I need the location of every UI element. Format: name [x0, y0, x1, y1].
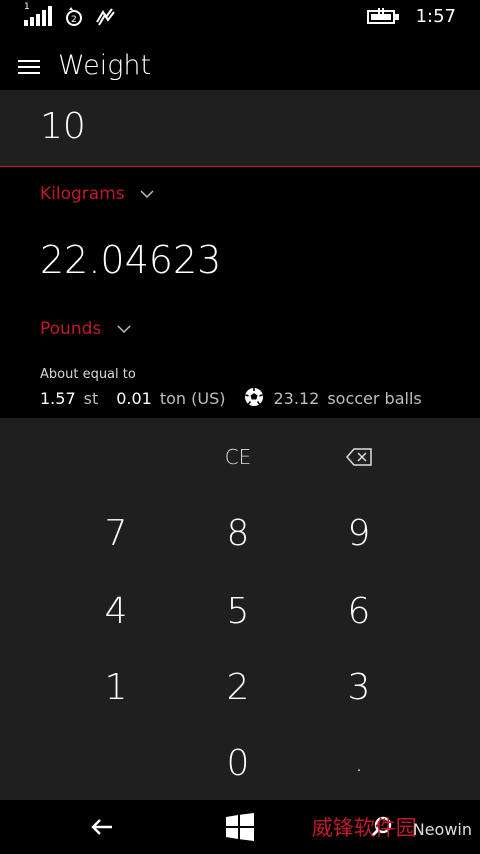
- page-title: Weight: [58, 50, 152, 81]
- watermark: 威锋软件园Neowin: [312, 812, 472, 842]
- app-header: Weight: [0, 44, 480, 90]
- backspace-button[interactable]: [299, 422, 419, 492]
- signal-strength-icon: [24, 6, 52, 26]
- vibrate-icon: [96, 8, 115, 26]
- key-3[interactable]: 3: [299, 652, 419, 722]
- equivalent-value: 23.12: [273, 389, 320, 408]
- key-4[interactable]: 4: [56, 576, 176, 646]
- equivalent-value: 1.57: [40, 389, 76, 408]
- to-unit-label: Pounds: [40, 319, 102, 339]
- key-0[interactable]: 0: [178, 728, 298, 798]
- backspace-icon: [346, 448, 372, 466]
- battery-charging-icon: [367, 8, 399, 24]
- watermark-cn: 威锋软件园: [311, 816, 417, 840]
- clock: 1:57: [415, 6, 456, 27]
- from-unit-dropdown[interactable]: Kilograms: [40, 184, 154, 204]
- keypad: CE 7 8 9 4 5 6 1 2 3 0 .: [0, 418, 480, 800]
- equivalent-unit: st: [83, 389, 99, 408]
- key-9[interactable]: 9: [299, 498, 419, 568]
- watermark-en: Neowin: [412, 820, 472, 839]
- key-8[interactable]: 8: [178, 498, 298, 568]
- key-5[interactable]: 5: [178, 576, 298, 646]
- chevron-down-icon: [117, 325, 131, 334]
- chevron-down-icon: [140, 190, 154, 199]
- hamburger-menu-icon[interactable]: [18, 60, 40, 76]
- from-unit-label: Kilograms: [40, 184, 125, 204]
- key-decimal[interactable]: .: [299, 728, 419, 798]
- back-arrow-icon: [91, 819, 112, 835]
- output-value: 22.04623: [40, 238, 222, 282]
- key-7[interactable]: 7: [56, 498, 176, 568]
- to-unit-dropdown[interactable]: Pounds: [40, 319, 131, 339]
- system-nav-bar: 威锋软件园Neowin: [0, 800, 480, 854]
- equivalent-unit: ton (US): [159, 389, 226, 408]
- key-1[interactable]: 1: [56, 652, 176, 722]
- status-bar: 1 2 1:57: [0, 0, 480, 36]
- clear-entry-button[interactable]: CE: [178, 422, 298, 492]
- windows-logo-icon: [226, 813, 254, 841]
- soccer-ball-icon: [244, 388, 263, 406]
- key-2[interactable]: 2: [178, 652, 298, 722]
- weight-converter-screen: 1 2 1:57 Weight 10 Kilograms 22.04623 Po…: [0, 0, 480, 854]
- equivalent-value: 0.01: [116, 389, 152, 408]
- back-button[interactable]: [82, 810, 122, 844]
- about-equal-label: About equal to: [40, 367, 136, 382]
- input-value: 10: [40, 106, 86, 147]
- key-6[interactable]: 6: [299, 576, 419, 646]
- equivalents-row: 1.57 st 0.01 ton (US) 23.12 soccer balls: [40, 387, 422, 408]
- svg-text:2: 2: [71, 15, 77, 25]
- input-value-field[interactable]: 10: [0, 90, 480, 167]
- start-button[interactable]: [220, 810, 260, 844]
- data-sync-icon: 2: [66, 7, 82, 26]
- equivalent-unit: soccer balls: [327, 389, 422, 408]
